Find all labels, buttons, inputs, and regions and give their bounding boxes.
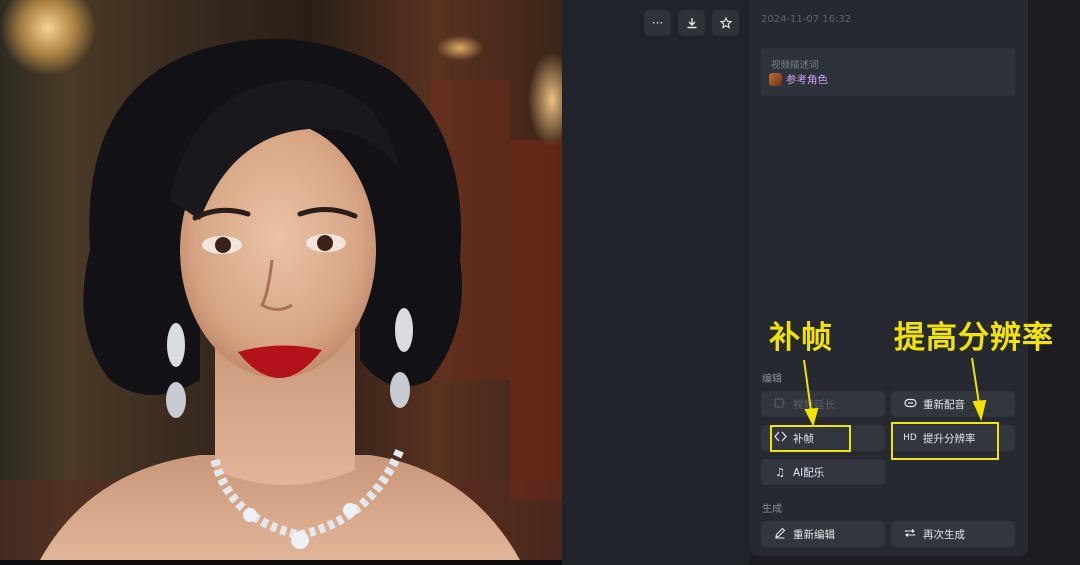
extend-icon [773, 397, 787, 412]
regenerate-button[interactable]: 再次生成 [891, 521, 1015, 547]
re-edit-label: 重新编辑 [793, 528, 835, 541]
ai-music-button[interactable]: ♫ AI配乐 [761, 459, 885, 485]
highlight-box-frame-interpolation [770, 425, 851, 452]
star-icon[interactable] [712, 10, 739, 36]
extend-video-button[interactable]: 视频延长 [761, 391, 885, 417]
re-edit-button[interactable]: 重新编辑 [761, 521, 885, 547]
portrait-image [0, 38, 562, 560]
music-icon: ♫ [775, 465, 785, 479]
description-label: 视频描述词 [771, 60, 819, 71]
preview-bottom-edge [0, 560, 562, 565]
more-horizontal-icon[interactable]: ··· [644, 10, 671, 36]
download-icon[interactable] [678, 10, 705, 36]
pencil-icon [773, 527, 787, 542]
reference-character-label: 参考角色 [786, 74, 828, 86]
ai-music-label: AI配乐 [793, 466, 825, 479]
video-preview[interactable] [0, 0, 562, 560]
character-avatar [769, 73, 782, 86]
redub-label: 重新配音 [923, 398, 965, 411]
annotation-frame-interpolation: 补帧 [769, 320, 833, 356]
annotation-upscale: 提高分辨率 [894, 320, 1054, 356]
repeat-icon [903, 527, 917, 542]
timestamp: 2024-11-07 16:32 [761, 14, 852, 25]
reference-character-tag[interactable]: 参考角色 [769, 72, 828, 87]
toolbar-column: ··· [562, 0, 750, 565]
redub-button[interactable]: 重新配音 [891, 391, 1015, 417]
details-panel: 2024-11-07 16:32 视频描述词 参考角色 编辑 视频延长 重新配音 [750, 0, 1028, 556]
generate-section-label: 生成 [762, 504, 782, 515]
highlight-box-upscale [891, 422, 999, 460]
description-card: 视频描述词 参考角色 [761, 48, 1015, 96]
regenerate-label: 再次生成 [923, 528, 965, 541]
extend-video-label: 视频延长 [793, 398, 835, 411]
dubbing-icon [903, 398, 917, 411]
app-window: ··· 2024-11-07 16:32 视频描述词 参考角色 编辑 视频延长 [0, 0, 1080, 565]
edit-section-label: 编辑 [762, 374, 782, 385]
